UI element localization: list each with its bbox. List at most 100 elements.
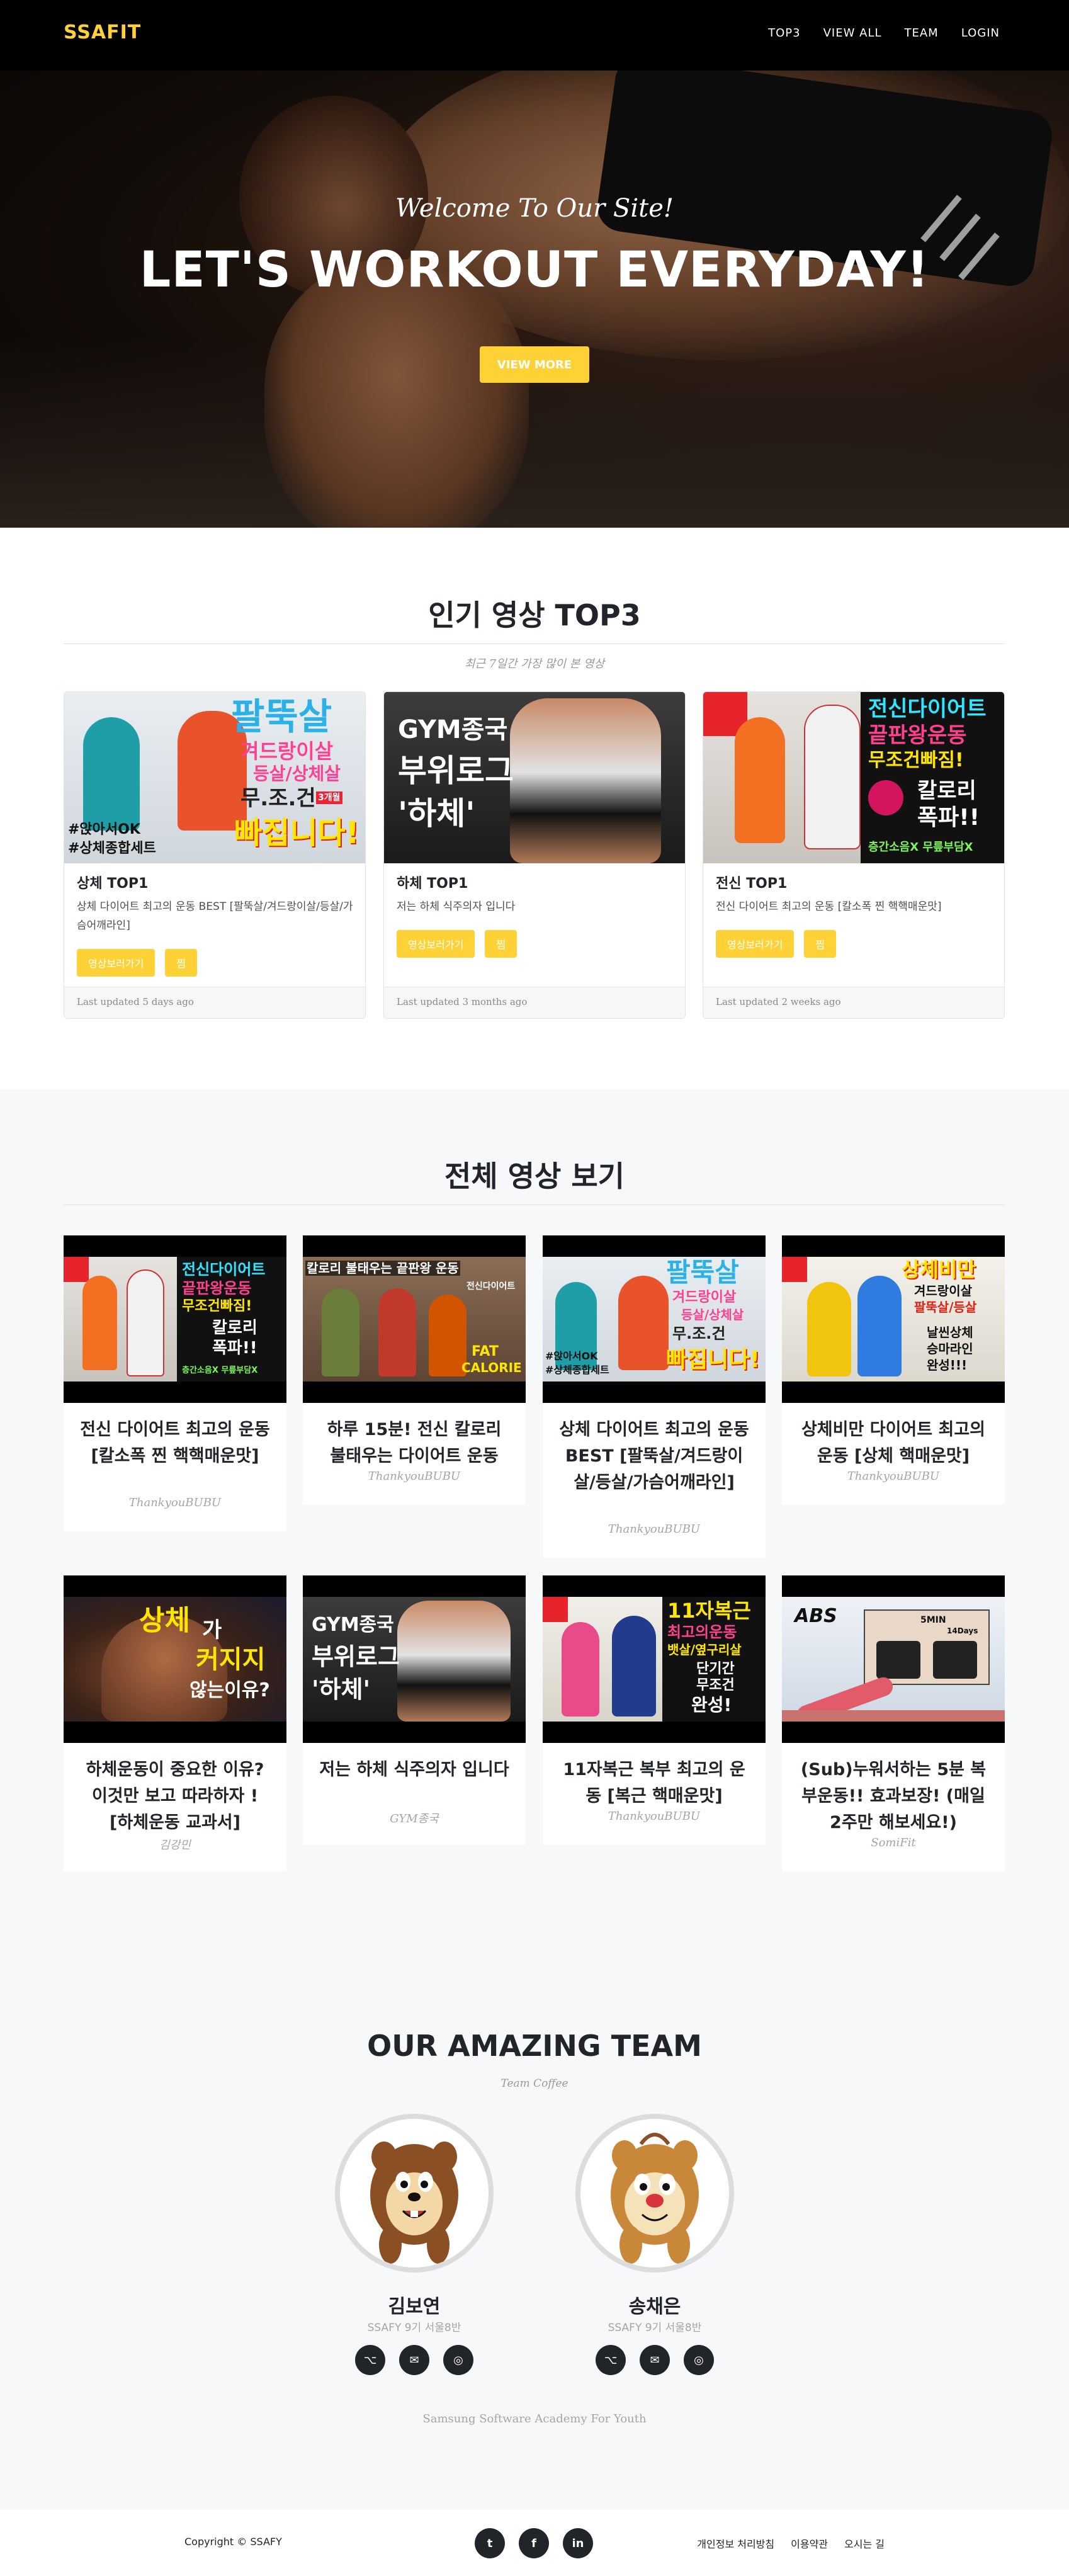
watch-video-button[interactable]: 영상보러가기 — [397, 930, 475, 958]
thumb-person — [322, 1288, 359, 1376]
watch-video-button[interactable]: 영상보러가기 — [716, 930, 795, 958]
video-title: 저는 하체 식주의자 입니다 — [319, 1760, 509, 1779]
video-thumbnail[interactable]: ABS 5MIN 14Days — [782, 1575, 1005, 1743]
video-title: 11자복근 복부 최고의 운동 [복근 핵매운맛] — [563, 1760, 745, 1806]
twitter-icon[interactable]: t — [475, 2528, 505, 2558]
card-thumbnail[interactable]: 팔뚝살 겨드랑이살 등살/상체살 무.조.건 3개월 빠집니다! #앉아서OK … — [64, 692, 365, 863]
like-button[interactable]: 찜 — [485, 930, 518, 958]
thumb-text: 않는이유? — [189, 1679, 270, 1701]
all-videos-heading: 전체 영상 보기 — [444, 1159, 625, 1193]
thumb-text: 전신다이어트 — [467, 1281, 516, 1291]
nav-links: TOP3 VIEW ALL TEAM LOGIN — [768, 26, 1000, 40]
thumb-text: 끝판왕운동 — [182, 1279, 252, 1297]
nav-link-team[interactable]: TEAM — [905, 26, 939, 40]
top3-heading: 인기 영상 TOP3 — [428, 598, 641, 632]
video-card[interactable]: 11자복근 최고의운동 뱃살/옆구리살 단기간 무조건 완성! 11자복근 복부… — [543, 1575, 766, 1845]
nav-link-login[interactable]: LOGIN — [961, 26, 1000, 40]
video-thumbnail[interactable]: 상체 가 커지지 않는이유? — [64, 1575, 286, 1743]
view-more-button[interactable]: VIEW MORE — [480, 346, 589, 383]
thumb-text: 등살/상체살 — [681, 1307, 744, 1322]
card-title: 전신 TOP1 — [716, 876, 788, 892]
facebook-icon[interactable]: f — [519, 2528, 549, 2558]
thumb-text: 빠집니다! — [234, 815, 359, 851]
video-card[interactable]: GYM종국 부위로그 '하체' 저는 하체 식주의자 입니다 GYM종국 — [303, 1575, 526, 1845]
nav-link-view-all[interactable]: VIEW ALL — [823, 26, 882, 40]
thumb-text: GYM종국 — [312, 1614, 394, 1636]
thumb-text: 팔뚝살 — [231, 695, 332, 738]
thumb-text: 전신다이어트 — [868, 696, 987, 722]
thumb-text: 무조건빠짐! — [182, 1298, 252, 1314]
watch-video-button[interactable]: 영상보러가기 — [77, 949, 156, 977]
card-updated: Last updated 5 days ago — [64, 987, 365, 1018]
thumb-person — [804, 705, 861, 849]
footer-link-terms[interactable]: 이용약관 — [791, 2536, 828, 2551]
video-thumbnail[interactable]: 칼로리 불태우는 끝판왕 운동 전신다이어트 FAT CALORIE — [303, 1235, 526, 1403]
video-title: 상체비만 다이어트 최고의 운동 [상체 핵매운맛] — [801, 1420, 986, 1466]
thumb-text: 가 — [202, 1618, 222, 1643]
github-icon[interactable]: ⌥ — [596, 2345, 626, 2375]
thumb-text: 층간소음X 무릎부담X — [182, 1366, 258, 1375]
video-card[interactable]: 전신다이어트 끝판왕운동 무조건빠짐! 칼로리 폭파!! 층간소음X 무릎부담X… — [64, 1235, 286, 1531]
footer-social-links: t f in — [475, 2528, 593, 2558]
thumb-text: 완성! — [691, 1694, 732, 1715]
video-thumbnail[interactable]: 상체비만 겨드랑이살 팔뚝살/등살 날씬상체 승마라인 완성!!! — [782, 1235, 1005, 1403]
video-thumbnail[interactable]: GYM종국 부위로그 '하체' — [303, 1575, 526, 1743]
instagram-icon[interactable]: ◎ — [443, 2345, 473, 2375]
thumb-text: 무조건 — [696, 1677, 735, 1693]
navbar: SSAFIT TOP3 VIEW ALL TEAM LOGIN — [0, 0, 1069, 71]
video-thumbnail[interactable]: 팔뚝살 겨드랑이살 등살/상체살 무.조.건 빠집니다! #앉아서OK #상체종… — [543, 1235, 766, 1403]
video-channel: ThankyouBUBU — [128, 1496, 222, 1509]
thumb-person — [378, 1288, 416, 1376]
footer-link-privacy[interactable]: 개인정보 처리방침 — [697, 2536, 774, 2551]
card-updated: Last updated 3 months ago — [384, 987, 685, 1018]
chipmunk-avatar-icon — [611, 2133, 699, 2264]
thumb-text: 폭파!! — [212, 1339, 257, 1358]
team-subheading: Team Coffee — [501, 2077, 568, 2090]
card-thumbnail[interactable]: GYM종국 부위로그 '하체' — [384, 692, 685, 863]
hero-title: LET'S WORKOUT EVERYDAY! — [139, 242, 930, 298]
envelope-icon[interactable]: ✉ — [640, 2345, 670, 2375]
instagram-icon[interactable]: ◎ — [684, 2345, 714, 2375]
card-updated: Last updated 2 weeks ago — [703, 987, 1004, 1018]
hero-overlay — [0, 71, 1069, 528]
envelope-icon[interactable]: ✉ — [399, 2345, 429, 2375]
video-thumbnail[interactable]: 전신다이어트 끝판왕운동 무조건빠짐! 칼로리 폭파!! 층간소음X 무릎부담X — [64, 1235, 286, 1403]
thumb-text: ABS — [795, 1605, 837, 1627]
footer-links: 개인정보 처리방침 이용약관 오시는 길 — [697, 2536, 885, 2551]
thumb-text: 전신다이어트 — [182, 1261, 266, 1278]
thumb-text: 무.조.건 — [240, 786, 316, 811]
thumb-text: 5MIN — [920, 1615, 946, 1625]
video-channel: 김강민 — [159, 1839, 191, 1852]
hero-subtitle: Welcome To Our Site! — [395, 194, 674, 223]
thumb-text: 상체비만 — [902, 1257, 976, 1281]
video-thumbnail[interactable]: 11자복근 최고의운동 뱃살/옆구리살 단기간 무조건 완성! — [543, 1575, 766, 1743]
like-button[interactable]: 찜 — [804, 930, 837, 958]
footer-link-directions[interactable]: 오시는 길 — [844, 2536, 885, 2551]
video-card[interactable]: 칼로리 불태우는 끝판왕 운동 전신다이어트 FAT CALORIE 하루 15… — [303, 1235, 526, 1505]
thumb-text: 상체 — [139, 1604, 190, 1637]
github-icon[interactable]: ⌥ — [355, 2345, 385, 2375]
linkedin-icon[interactable]: in — [563, 2528, 593, 2558]
video-channel: SomiFit — [871, 1836, 916, 1849]
thumb-text: 겨드랑이살 — [672, 1290, 737, 1305]
video-card[interactable]: 상체비만 겨드랑이살 팔뚝살/등살 날씬상체 승마라인 완성!!! 상체비만 다… — [782, 1235, 1005, 1505]
brand-logo[interactable]: SSAFIT — [64, 21, 141, 43]
footer: Copyright © SSAFY t f in 개인정보 처리방침 이용약관 … — [0, 2509, 1069, 2576]
video-card[interactable]: 팔뚝살 겨드랑이살 등살/상체살 무.조.건 빠집니다! #앉아서OK #상체종… — [543, 1235, 766, 1558]
thumb-text: #상체종합세트 — [68, 841, 156, 856]
video-channel: ThankyouBUBU — [608, 1810, 701, 1823]
like-button[interactable]: 찜 — [165, 949, 198, 977]
thumb-text: 칼로리 — [212, 1319, 257, 1337]
nav-link-top3[interactable]: TOP3 — [768, 26, 800, 40]
card-thumbnail[interactable]: 전신다이어트 끝판왕운동 무조건빠짐! 칼로리 폭파!! 층간소음X 무릎부담X — [703, 692, 1004, 863]
thumb-text: 무조건빠짐! — [868, 749, 964, 771]
avatar — [575, 2114, 734, 2272]
team-heading: OUR AMAZING TEAM — [367, 2029, 702, 2063]
video-title: 하루 15분! 전신 칼로리 불태우는 다이어트 운동 — [327, 1420, 502, 1466]
video-card[interactable]: 상체 가 커지지 않는이유? 하체운동이 중요한 이유? 이것만 보고 따라하자… — [64, 1575, 286, 1871]
thumb-text: 팔뚝살 — [666, 1257, 739, 1288]
video-card[interactable]: ABS 5MIN 14Days (Sub)누워서하는 5분 복부운동!! 효과보… — [782, 1575, 1005, 1871]
thumb-text: 뱃살/옆구리살 — [667, 1642, 742, 1657]
thumb-text: 3개월 — [316, 792, 342, 804]
thumb-text: 빠집니다! — [666, 1347, 760, 1373]
